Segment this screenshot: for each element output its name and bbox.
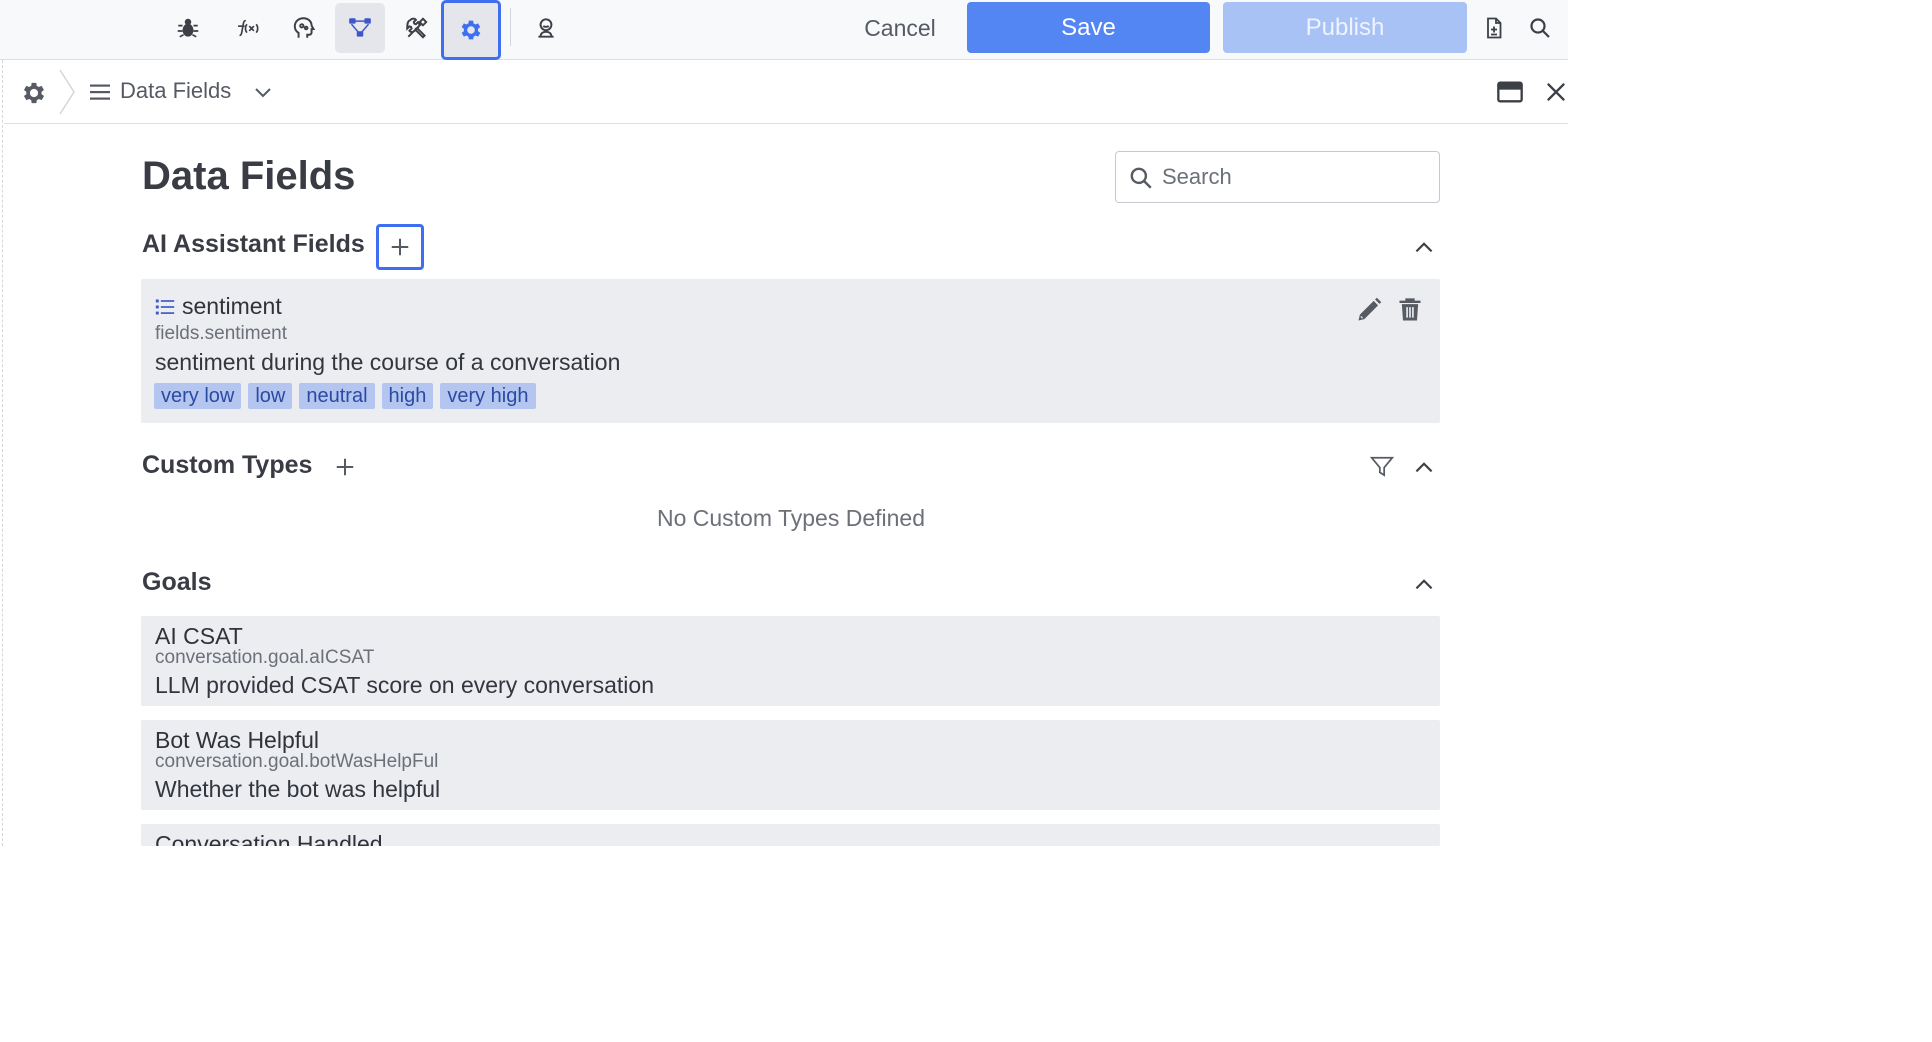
tag: neutral	[299, 383, 375, 409]
publish-button[interactable]: Publish	[1223, 2, 1467, 53]
goal-path: conversation.goal.aICSAT	[155, 647, 375, 668]
breadcrumb-separator	[59, 69, 75, 115]
search-icon[interactable]	[1522, 10, 1558, 46]
plus-icon	[336, 458, 354, 476]
top-toolbar: Cancel Save Publish	[0, 0, 1568, 60]
search-input[interactable]	[1162, 160, 1427, 194]
search-icon	[1130, 167, 1152, 189]
bug-icon[interactable]	[163, 3, 213, 53]
goal-name: AI CSAT	[155, 623, 243, 649]
menu-icon	[88, 80, 112, 104]
list-icon	[155, 299, 175, 314]
tag: high	[381, 383, 434, 409]
plus-icon	[391, 238, 409, 256]
left-panel-edge	[0, 60, 3, 846]
chevron-up-icon	[1415, 242, 1433, 253]
delete-trash-icon[interactable]	[1396, 296, 1424, 324]
chevron-up-icon	[1415, 462, 1433, 473]
agent-icon[interactable]	[521, 3, 571, 53]
filter-icon[interactable]	[1369, 454, 1395, 480]
goal-path: conversation.goal.botWasHelpFul	[155, 751, 439, 772]
goal-name: Bot Was Helpful	[155, 727, 320, 753]
chevron-down-icon[interactable]	[251, 80, 275, 104]
custom-types-empty-message: No Custom Types Defined	[656, 505, 926, 531]
document-icon[interactable]	[1476, 10, 1512, 46]
ai-head-icon[interactable]	[279, 3, 329, 53]
flow-icon[interactable]	[335, 3, 385, 53]
custom-types-section-title: Custom Types	[142, 451, 313, 479]
ai-fields-section-title: AI Assistant Fields	[142, 230, 365, 258]
collapse-ai-fields-button[interactable]	[1411, 234, 1437, 260]
goals-section-title: Goals	[142, 568, 212, 596]
ai-field-card[interactable]: sentiment fields.sentiment sentiment dur…	[141, 279, 1440, 423]
goal-description: LLM provided CSAT score on every convers…	[155, 672, 655, 698]
page-title: Data Fields	[142, 154, 356, 198]
tag: low	[248, 383, 293, 409]
settings-gear-icon[interactable]	[441, 0, 501, 60]
breadcrumb-label[interactable]: Data Fields	[120, 78, 231, 104]
goal-name: Conversation Handled	[155, 831, 383, 846]
edit-pencil-icon[interactable]	[1355, 296, 1383, 324]
save-button[interactable]: Save	[967, 2, 1210, 53]
goal-card[interactable]: AI CSAT conversation.goal.aICSAT LLM pro…	[141, 616, 1440, 706]
tag: very high	[440, 383, 536, 409]
add-ai-field-button[interactable]	[376, 224, 424, 270]
ai-field-tags: very low low neutral high very high	[154, 383, 536, 409]
function-icon[interactable]	[221, 3, 271, 53]
tools-icon[interactable]	[392, 3, 442, 53]
close-icon[interactable]	[1542, 78, 1570, 106]
cancel-button[interactable]: Cancel	[848, 6, 952, 50]
collapse-custom-types-button[interactable]	[1411, 454, 1437, 480]
panel-layout-icon[interactable]	[1496, 78, 1524, 106]
add-custom-type-button[interactable]	[321, 444, 369, 490]
toolbar-divider	[510, 8, 511, 46]
ai-field-name-text: sentiment	[182, 293, 282, 319]
goal-card[interactable]: Conversation Handled	[141, 824, 1440, 846]
goal-card[interactable]: Bot Was Helpful conversation.goal.botWas…	[141, 720, 1440, 810]
tag: very low	[154, 383, 242, 409]
goal-description: Whether the bot was helpful	[155, 776, 441, 802]
gear-icon[interactable]	[20, 79, 48, 107]
ai-field-path: fields.sentiment	[155, 323, 288, 344]
chevron-up-icon	[1415, 579, 1433, 590]
collapse-goals-button[interactable]	[1411, 571, 1437, 597]
ai-field-description: sentiment during the course of a convers…	[155, 349, 621, 375]
search-field[interactable]	[1115, 151, 1440, 203]
ai-field-name: sentiment	[155, 293, 282, 320]
breadcrumb: Data Fields	[4, 60, 1568, 124]
